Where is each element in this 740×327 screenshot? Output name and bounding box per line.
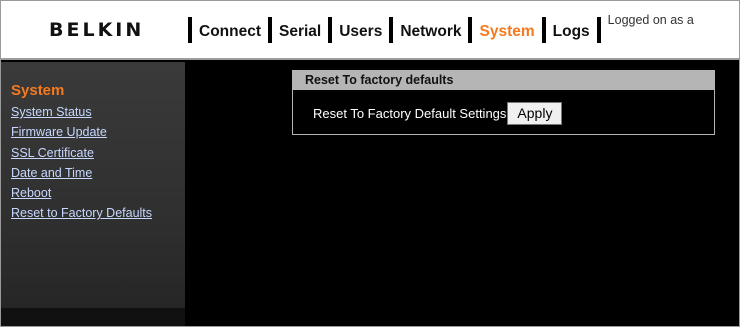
panel-title: Reset To factory defaults — [293, 71, 714, 90]
reset-setting-label: Reset To Factory Default Settings — [313, 106, 507, 121]
sidebar-item-reboot[interactable]: Reboot — [11, 183, 152, 203]
nav-divider — [468, 17, 473, 43]
nav-divider — [389, 17, 394, 43]
sidebar-item-system-status[interactable]: System Status — [11, 102, 152, 122]
sidebar-item-firmware-update[interactable]: Firmware Update — [11, 122, 152, 142]
apply-button[interactable]: Apply — [507, 102, 563, 125]
sidebar-title: System — [11, 82, 65, 99]
nav-tab-network[interactable]: Network — [400, 22, 461, 45]
app-frame: BELKIN Connect Serial Users Network Syst… — [0, 0, 740, 327]
main-nav: Connect Serial Users Network System Logs… — [181, 13, 694, 45]
sidebar-item-reset-factory-defaults[interactable]: Reset to Factory Defaults — [11, 203, 152, 223]
sidebar-menu: System Status Firmware Update SSL Certif… — [11, 102, 152, 224]
nav-tab-serial[interactable]: Serial — [279, 22, 321, 45]
sidebar-footer — [1, 308, 185, 326]
reset-setting-row: Reset To Factory Default Settings Apply — [313, 102, 563, 125]
nav-divider — [268, 17, 272, 43]
sidebar-item-ssl-certificate[interactable]: SSL Certificate — [11, 143, 152, 163]
reset-panel: Reset To factory defaults Reset To Facto… — [292, 70, 715, 135]
nav-divider — [541, 17, 546, 43]
nav-divider — [188, 17, 192, 43]
sidebar: System System Status Firmware Update SSL… — [1, 62, 185, 326]
top-header: BELKIN Connect Serial Users Network Syst… — [1, 1, 739, 60]
nav-tab-system[interactable]: System — [479, 22, 534, 45]
nav-tab-logs[interactable]: Logs — [553, 22, 590, 45]
nav-tab-users[interactable]: Users — [339, 22, 382, 45]
nav-divider — [328, 17, 333, 43]
logged-in-status: Logged on as a — [607, 13, 694, 27]
brand-logo: BELKIN — [49, 19, 145, 41]
nav-divider — [596, 17, 601, 43]
nav-tab-connect[interactable]: Connect — [199, 22, 261, 45]
sidebar-item-date-and-time[interactable]: Date and Time — [11, 163, 152, 183]
